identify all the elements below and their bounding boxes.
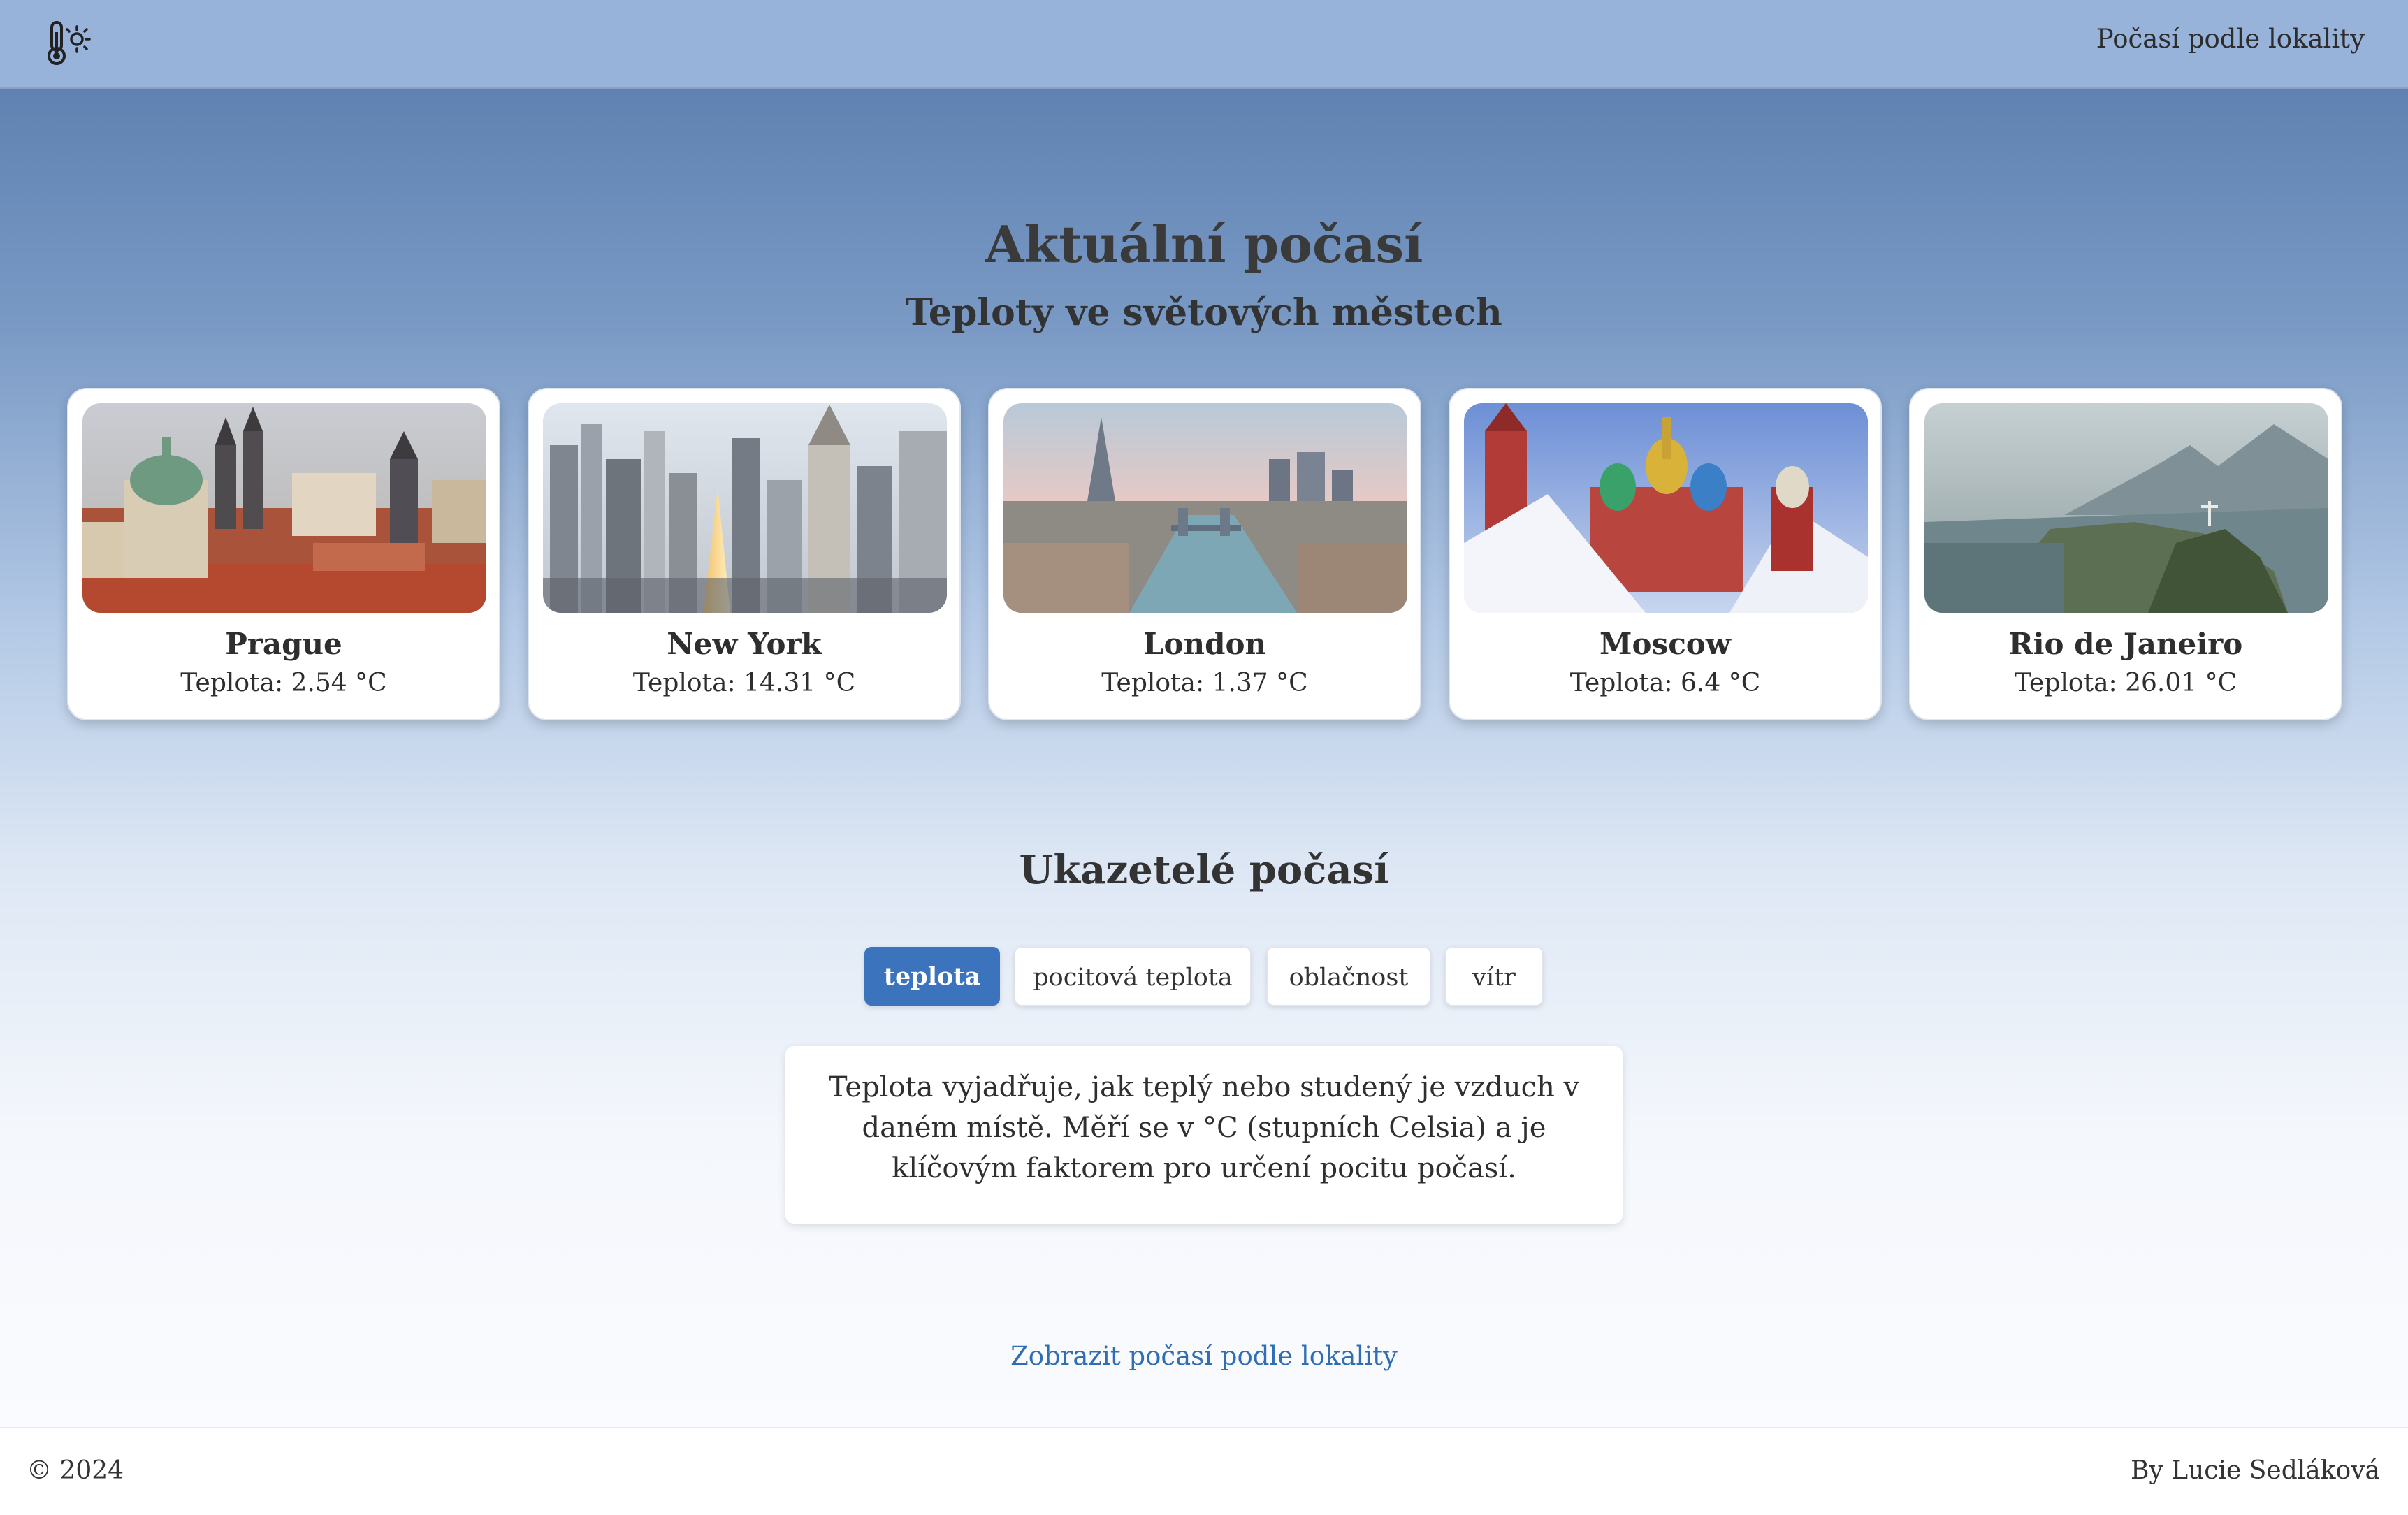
author-credit: By Lucie Sedláková [2130, 1456, 2380, 1485]
city-card-new-york[interactable]: New York Teplota: 14.31 °C [528, 388, 961, 720]
city-name: Moscow [1600, 627, 1731, 661]
page-title: Aktuální počasí [985, 215, 1423, 274]
city-temperature: Teplota: 2.54 °C [180, 669, 387, 697]
indicator-description: Teplota vyjadřuje, jak teplý nebo studen… [828, 1071, 1580, 1184]
copyright: © 2024 [27, 1456, 124, 1485]
page-subtitle: Teploty ve světových městech [906, 291, 1502, 334]
thermometer-sun-icon[interactable] [42, 18, 92, 68]
city-card-moscow[interactable]: Moscow Teplota: 6.4 °C [1449, 388, 1882, 720]
tab-feels-like[interactable]: pocitová teplota [1015, 947, 1251, 1006]
tab-wind[interactable]: vítr [1445, 947, 1543, 1006]
city-card-rio-de-janeiro[interactable]: Rio de Janeiro Teplota: 26.01 °C [1909, 388, 2342, 720]
indicator-tabs: teplota pocitová teplota oblačnost vítr [0, 947, 2408, 1006]
main-content: Aktuální počasí Teploty ve světových měs… [0, 89, 2408, 1427]
site-header: Počasí podle lokality [0, 0, 2408, 89]
city-name: London [1143, 627, 1266, 661]
site-footer: © 2024 By Lucie Sedláková [0, 1427, 2408, 1515]
city-image-new-york [543, 403, 947, 613]
city-temperature: Teplota: 14.31 °C [632, 669, 856, 697]
city-card-prague[interactable]: Prague Teplota: 2.54 °C [67, 388, 500, 720]
city-name: Rio de Janeiro [2008, 627, 2243, 661]
city-image-london [1003, 403, 1407, 613]
city-cards: Prague Teplota: 2.54 °C New York Teplota… [67, 388, 2342, 720]
city-temperature: Teplota: 6.4 °C [1569, 669, 1761, 697]
tab-cloudiness[interactable]: oblačnost [1267, 947, 1430, 1006]
weather-by-location-link[interactable]: Zobrazit počasí podle lokality [0, 1341, 2408, 1371]
city-image-prague [82, 403, 486, 613]
city-image-rio-de-janeiro [1924, 403, 2328, 613]
city-name: Prague [225, 627, 342, 661]
indicator-description-box: Teplota vyjadřuje, jak teplý nebo studen… [785, 1046, 1623, 1224]
city-temperature: Teplota: 26.01 °C [2014, 669, 2237, 697]
city-image-moscow [1464, 403, 1868, 613]
city-name: New York [667, 627, 822, 661]
nav-link-weather-by-location[interactable]: Počasí podle lokality [2096, 24, 2365, 54]
city-card-london[interactable]: London Teplota: 1.37 °C [988, 388, 1421, 720]
city-temperature: Teplota: 1.37 °C [1101, 669, 1308, 697]
indicators-title: Ukazetelé počasí [1019, 847, 1389, 893]
tab-temperature[interactable]: teplota [864, 947, 1000, 1006]
